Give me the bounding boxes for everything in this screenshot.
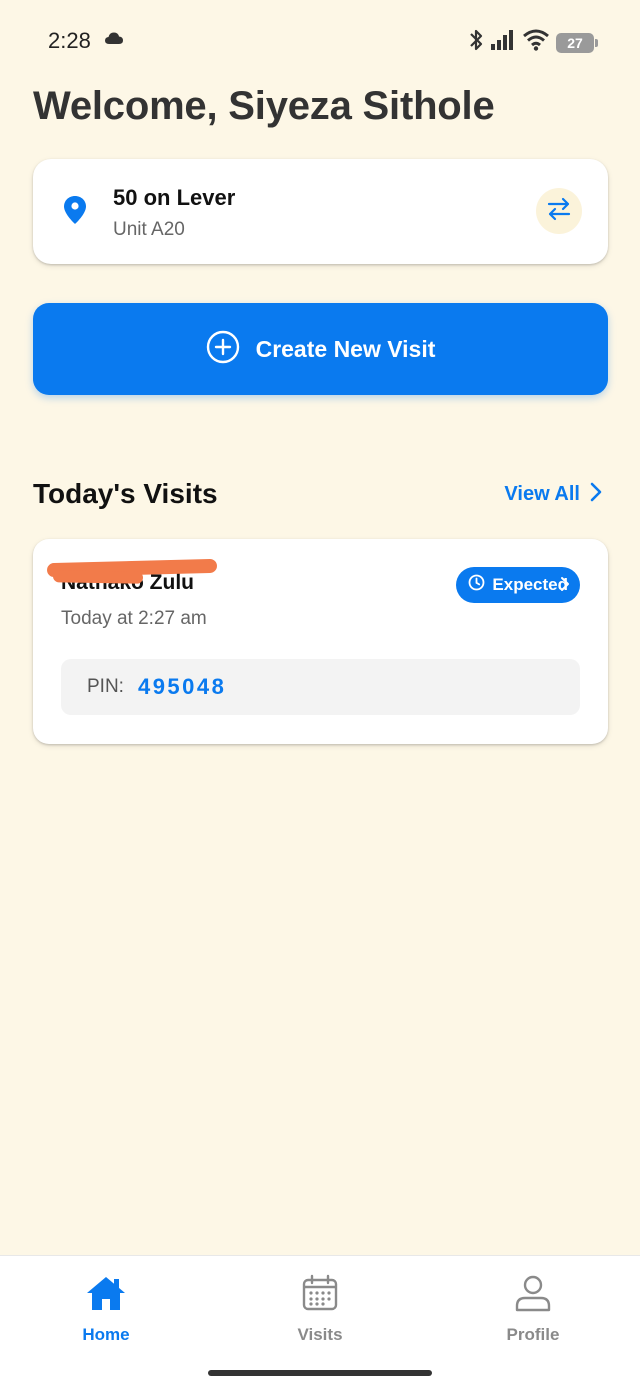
nav-home[interactable]: Home — [46, 1274, 166, 1345]
location-pin-icon — [63, 195, 87, 230]
nav-home-label: Home — [82, 1325, 130, 1344]
create-new-visit-label: Create New Visit — [255, 335, 436, 362]
pin-box: PIN: 495048 — [61, 659, 580, 715]
cloud-icon — [104, 31, 124, 50]
nav-profile-label: Profile — [506, 1325, 560, 1344]
clock-icon — [468, 574, 485, 596]
bottom-nav: Home Visits Profile — [0, 1255, 640, 1386]
pin-label: PIN: — [87, 676, 124, 697]
view-all-link[interactable]: View All — [504, 482, 602, 507]
nav-visits[interactable]: Visits — [260, 1274, 380, 1345]
switch-location-button[interactable] — [536, 188, 582, 234]
create-new-visit-button[interactable]: Create New Visit — [33, 303, 608, 395]
section-title: Today's Visits — [33, 478, 218, 509]
view-all-label: View All — [504, 483, 580, 505]
home-indicator[interactable] — [208, 1370, 432, 1376]
pin-value: 495048 — [137, 674, 227, 699]
status-time: 2:28 — [48, 28, 91, 53]
location-card[interactable]: 50 on Lever Unit A20 — [33, 159, 608, 264]
calendar-icon — [301, 1274, 339, 1316]
bluetooth-icon — [468, 28, 484, 57]
signal-icon — [490, 29, 516, 56]
nav-visits-label: Visits — [297, 1325, 343, 1344]
plus-circle-icon — [206, 330, 240, 369]
status-bar: 2:28 27 — [0, 0, 640, 80]
swap-arrows-icon — [546, 196, 572, 227]
nav-profile[interactable]: Profile — [473, 1274, 593, 1345]
battery-icon: 27 — [556, 32, 598, 53]
status-badge-label: Expected — [492, 575, 568, 594]
status-badge: Expected — [456, 567, 580, 603]
status-icons: 27 — [468, 28, 598, 57]
visit-time: Today at 2:27 am — [61, 608, 207, 629]
redaction-mark — [52, 570, 144, 584]
home-icon — [85, 1277, 127, 1316]
location-unit: Unit A20 — [113, 219, 185, 240]
person-icon — [514, 1275, 552, 1316]
page-title: Welcome, Siyeza Sithole — [33, 84, 495, 128]
visit-card[interactable]: Nathako Zulu Today at 2:27 am Expected P… — [33, 539, 608, 744]
wifi-icon — [522, 29, 550, 56]
chevron-right-icon — [560, 576, 570, 597]
chevron-right-icon — [590, 482, 602, 507]
location-name: 50 on Lever — [113, 185, 236, 210]
